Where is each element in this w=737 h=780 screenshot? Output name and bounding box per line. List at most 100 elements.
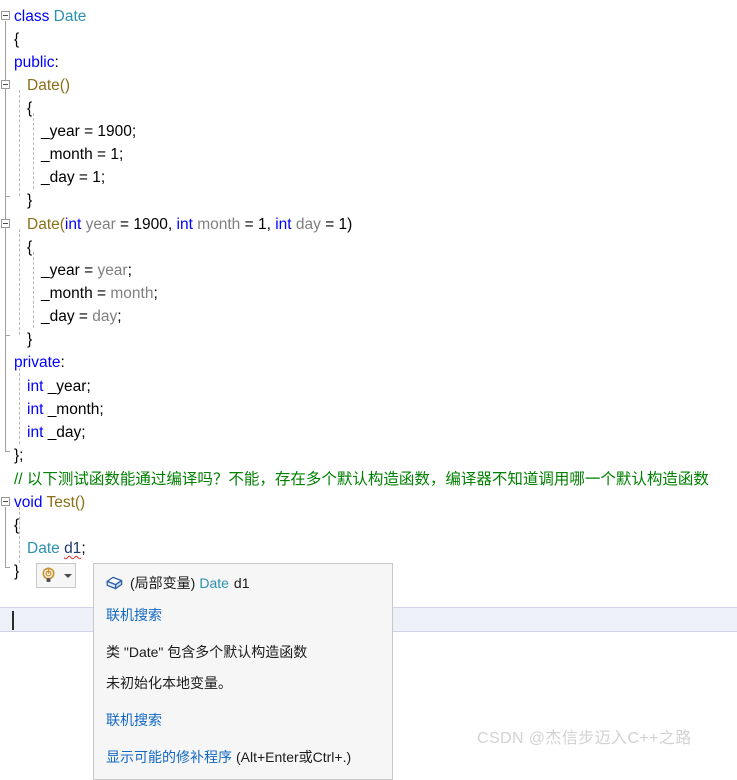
- code-token: };: [14, 447, 24, 464]
- code-token: month: [197, 216, 241, 233]
- code-token: _month;: [47, 401, 104, 418]
- tooltip-message-1-row: 类 "Date" 包含多个默认构造函数: [106, 642, 380, 662]
- code-token: void: [14, 494, 47, 511]
- code-token: _month = 1;: [41, 146, 124, 163]
- code-line[interactable]: {: [14, 28, 19, 51]
- csdn-watermark: CSDN @杰信步迈入C++之路: [477, 730, 692, 747]
- code-line[interactable]: _month = month;: [41, 282, 158, 305]
- tooltip-symbol-kind: (局部变量): [130, 575, 196, 591]
- code-line[interactable]: {: [27, 236, 32, 259]
- fold-guide-test-func-end: [5, 567, 10, 568]
- code-line[interactable]: _year = 1900;: [41, 120, 136, 143]
- fold-toggle-class-date[interactable]: [1, 11, 10, 20]
- tooltip-symbol-name: d1: [233, 575, 250, 591]
- online-search-link[interactable]: 联机搜索: [106, 710, 162, 730]
- code-token: Date: [53, 8, 87, 25]
- quick-info-tooltip: (局部变量) Date d1 联机搜索 类 "Date" 包含多个默认构造函数 …: [93, 563, 393, 780]
- indent-guide: [19, 507, 21, 563]
- code-token: = 1): [320, 216, 353, 233]
- code-token: int: [27, 378, 48, 395]
- fold-toggle-ctor-params[interactable]: [1, 219, 10, 228]
- code-token: {: [14, 31, 20, 48]
- fold-guide-ctor-params-end: [5, 335, 10, 336]
- fold-toggle-ctor-default[interactable]: [1, 80, 10, 89]
- indent-guide: [33, 252, 35, 328]
- code-token: ;: [117, 308, 122, 325]
- code-line[interactable]: }: [27, 189, 32, 212]
- quick-actions-lightbulb-button[interactable]: [36, 563, 76, 588]
- code-token: public: [14, 54, 55, 71]
- code-token: int: [64, 216, 86, 233]
- code-token: :: [60, 354, 65, 371]
- code-line[interactable]: int _day;: [27, 421, 86, 444]
- code-token: class: [14, 8, 54, 25]
- fold-guide-test-func: [5, 507, 6, 567]
- fold-guide-ctor-default-end: [5, 196, 10, 197]
- code-line[interactable]: _year = year;: [41, 259, 132, 282]
- cube-icon: [106, 576, 123, 591]
- code-line[interactable]: _day = day;: [41, 305, 122, 328]
- code-line[interactable]: {: [14, 514, 19, 537]
- code-line[interactable]: _month = 1;: [41, 143, 123, 166]
- code-line[interactable]: };: [14, 444, 23, 467]
- code-token: d1: [64, 540, 82, 557]
- tooltip-online-search-link-2-row[interactable]: 联机搜索: [106, 710, 380, 730]
- tooltip-online-search-link-1-row[interactable]: 联机搜索: [106, 605, 380, 625]
- code-token: = 1,: [240, 216, 276, 233]
- tooltip-message-2-row: 未初始化本地变量。: [106, 673, 380, 693]
- chevron-down-icon[interactable]: [64, 573, 72, 578]
- code-token: {: [14, 517, 20, 534]
- code-token: _year =: [41, 262, 98, 279]
- code-token: _year = 1900;: [41, 123, 137, 140]
- code-line[interactable]: void Test(): [14, 491, 85, 514]
- tooltip-symbol-type: Date: [199, 575, 229, 591]
- code-line[interactable]: Date(): [27, 74, 70, 97]
- code-token: month: [110, 285, 154, 302]
- code-token: day: [92, 308, 118, 325]
- code-token: day: [295, 216, 321, 233]
- code-token: int: [27, 401, 48, 418]
- code-token: _month =: [41, 285, 111, 302]
- code-line[interactable]: private:: [14, 351, 65, 374]
- indent-guide: [19, 229, 21, 335]
- indent-guide: [19, 90, 21, 196]
- code-line[interactable]: }: [14, 560, 19, 583]
- code-line[interactable]: int _month;: [27, 398, 104, 421]
- code-line[interactable]: class Date: [14, 5, 86, 28]
- tooltip-show-fixes-row[interactable]: 显示可能的修补程序 (Alt+Enter或Ctrl+.): [106, 747, 380, 767]
- code-line[interactable]: Date d1;: [27, 537, 86, 560]
- code-line[interactable]: int _year;: [27, 375, 91, 398]
- code-token: Date: [27, 540, 65, 557]
- code-token: private: [14, 354, 61, 371]
- code-token: ;: [127, 262, 132, 279]
- tooltip-message-uninitialized-local: 未初始化本地变量。: [106, 675, 232, 691]
- show-potential-fixes-shortcut: (Alt+Enter或Ctrl+.): [236, 749, 352, 765]
- code-token: int: [27, 424, 48, 441]
- code-token: :: [54, 54, 59, 71]
- code-token: _day = 1;: [41, 169, 106, 186]
- code-line[interactable]: _day = 1;: [41, 166, 105, 189]
- code-line[interactable]: }: [27, 328, 32, 351]
- fold-guide-ctor-default: [5, 90, 6, 196]
- code-editor-surface[interactable]: class Date {public: Date() {_year = 1900; _m…: [0, 0, 737, 780]
- code-line[interactable]: Date(int year = 1900, int month = 1, int…: [27, 213, 352, 236]
- code-line[interactable]: // 以下测试函数能通过编译吗？不能，存在多个默认构造函数，编译器不知道调用哪一…: [14, 468, 709, 491]
- code-token: }: [27, 331, 33, 348]
- code-token: int: [275, 216, 296, 233]
- code-token: Date(: [27, 216, 65, 233]
- code-line[interactable]: {: [27, 97, 32, 120]
- fold-guide-class-end: [5, 451, 10, 452]
- online-search-link[interactable]: 联机搜索: [106, 605, 162, 625]
- code-token: year: [85, 216, 116, 233]
- code-token: _day;: [47, 424, 86, 441]
- tooltip-message-multiple-default-ctors: 类 "Date" 包含多个默认构造函数: [106, 644, 308, 660]
- lightbulb-icon: [41, 567, 56, 584]
- show-potential-fixes-link[interactable]: 显示可能的修补程序: [106, 747, 232, 767]
- code-token: _day =: [41, 308, 93, 325]
- fold-toggle-test-func[interactable]: [1, 497, 10, 506]
- code-token: ;: [153, 285, 158, 302]
- code-token: {: [27, 100, 33, 117]
- code-line[interactable]: public:: [14, 51, 59, 74]
- fold-guide-ctor-params: [5, 229, 6, 335]
- code-token: _year;: [47, 378, 91, 395]
